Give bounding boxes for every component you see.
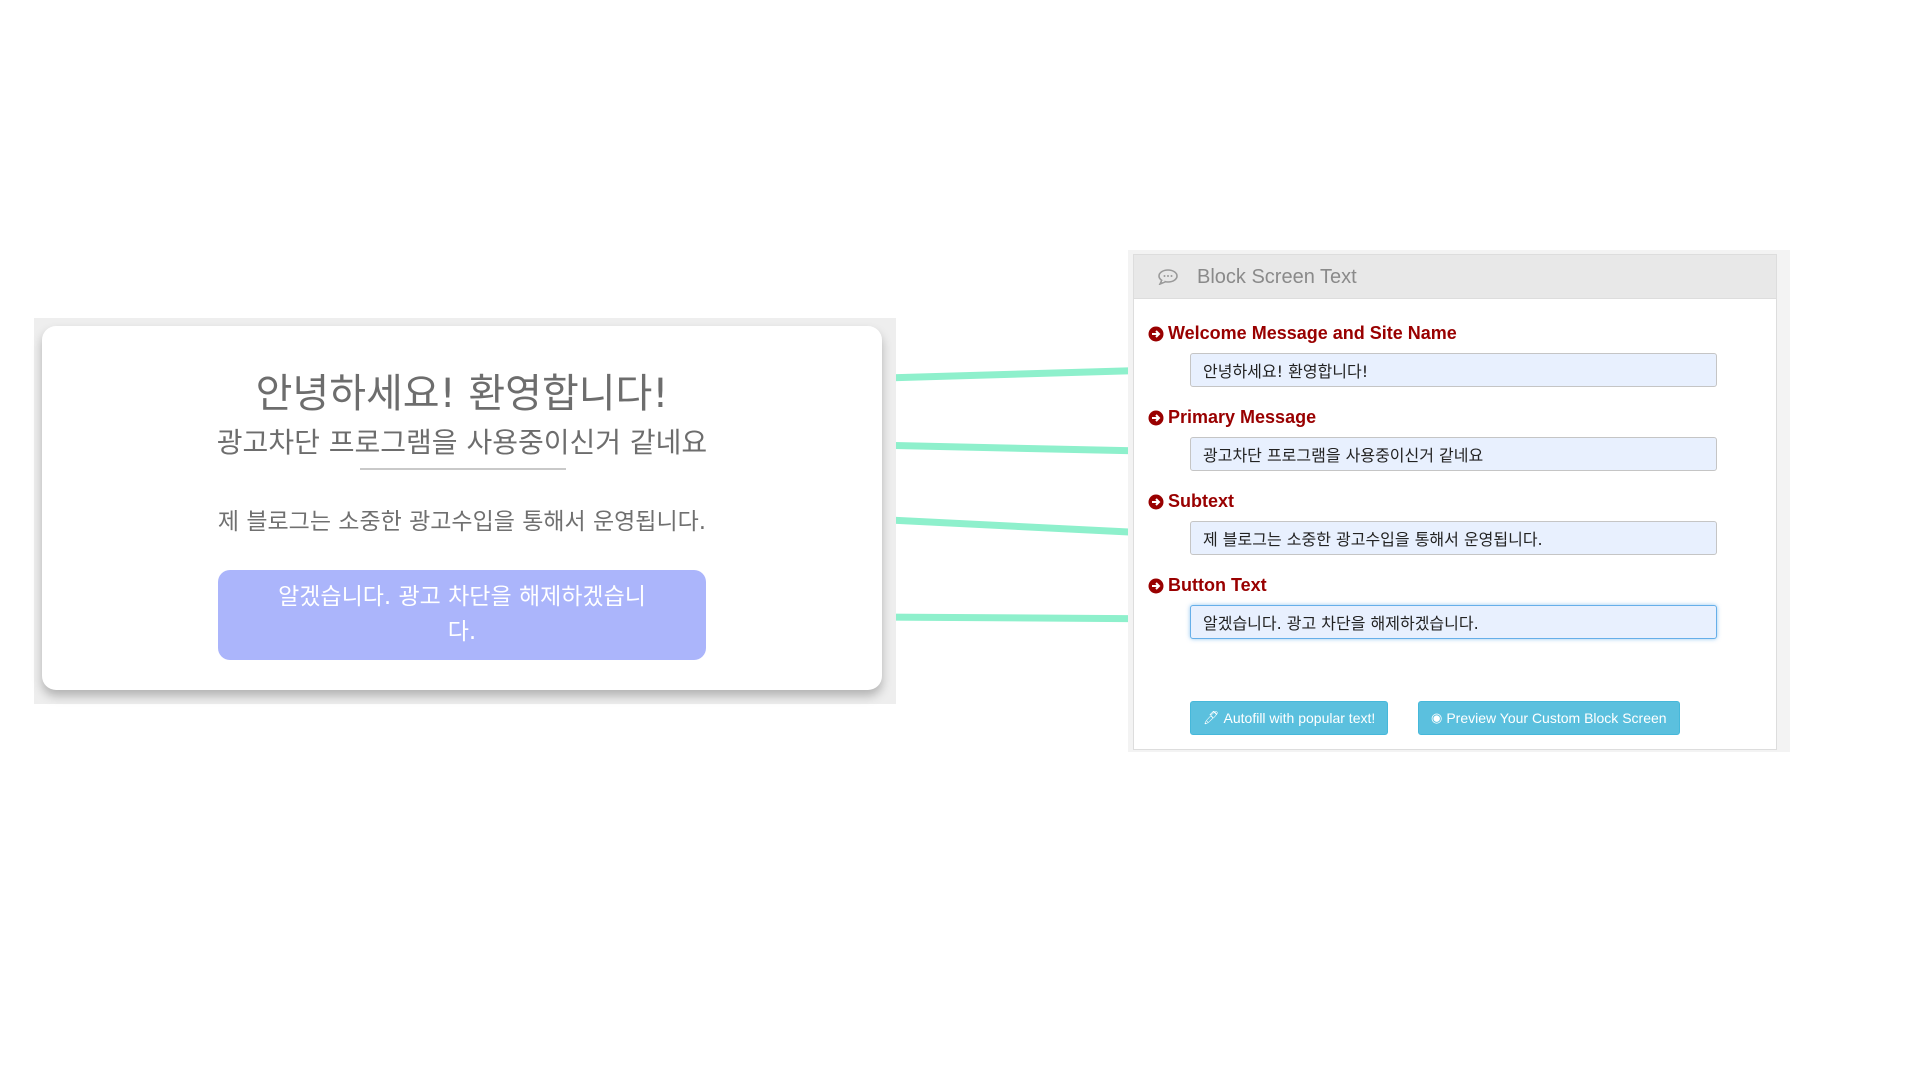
preview-welcome-title: 안녕하세요! 환영합니다!	[255, 371, 669, 417]
button-text-label: Button Text	[1148, 575, 1267, 596]
arrow-circle-right-icon	[1148, 578, 1164, 593]
preview-block-screen-button-label: Preview Your Custom Block Screen	[1446, 710, 1667, 726]
welcome-message-input[interactable]	[1190, 353, 1717, 387]
eye-icon: ◉	[1431, 710, 1443, 725]
subtext-label-text: Subtext	[1168, 491, 1235, 511]
preview-block-screen-button[interactable]: ◉ Preview Your Custom Block Screen	[1418, 701, 1680, 735]
button-text-input[interactable]	[1190, 605, 1717, 639]
settings-panel-frame: Block Screen Text Welcome Message and Si…	[1128, 250, 1790, 752]
block-screen-text-panel: Block Screen Text Welcome Message and Si…	[1133, 254, 1777, 750]
primary-message-label: Primary Message	[1148, 407, 1316, 428]
preview-dismiss-button[interactable]: 알겠습니다. 광고 차단을 해제하겠습니다.	[218, 570, 706, 660]
preview-primary-message: 광고차단 프로그램을 사용중이신거 같네요	[216, 426, 708, 459]
arrow-circle-right-icon	[1148, 410, 1164, 425]
preview-divider	[360, 468, 566, 470]
button-text-label-text: Button Text	[1168, 575, 1267, 595]
block-screen-preview: 안녕하세요! 환영합니다! 광고차단 프로그램을 사용중이신거 같네요 제 블로…	[34, 318, 896, 704]
subtext-label: Subtext	[1148, 491, 1234, 512]
preview-card: 안녕하세요! 환영합니다! 광고차단 프로그램을 사용중이신거 같네요 제 블로…	[42, 326, 882, 690]
arrow-circle-right-icon	[1148, 494, 1164, 509]
magic-wand-icon: 🖊	[1203, 710, 1220, 725]
comment-icon	[1158, 269, 1178, 285]
primary-message-input[interactable]	[1190, 437, 1717, 471]
autofill-button[interactable]: 🖊 Autofill with popular text!	[1190, 701, 1389, 735]
preview-subtext: 제 블로그는 소중한 광고수입을 통해서 운영됩니다.	[217, 509, 707, 535]
arrow-circle-right-icon	[1148, 326, 1164, 341]
autofill-button-label: Autofill with popular text!	[1223, 710, 1376, 726]
welcome-message-label-text: Welcome Message and Site Name	[1168, 323, 1457, 343]
panel-header: Block Screen Text	[1134, 255, 1776, 299]
panel-title: Block Screen Text	[1197, 266, 1357, 288]
welcome-message-label: Welcome Message and Site Name	[1148, 323, 1457, 344]
subtext-input[interactable]	[1190, 521, 1717, 555]
primary-message-label-text: Primary Message	[1168, 407, 1317, 427]
